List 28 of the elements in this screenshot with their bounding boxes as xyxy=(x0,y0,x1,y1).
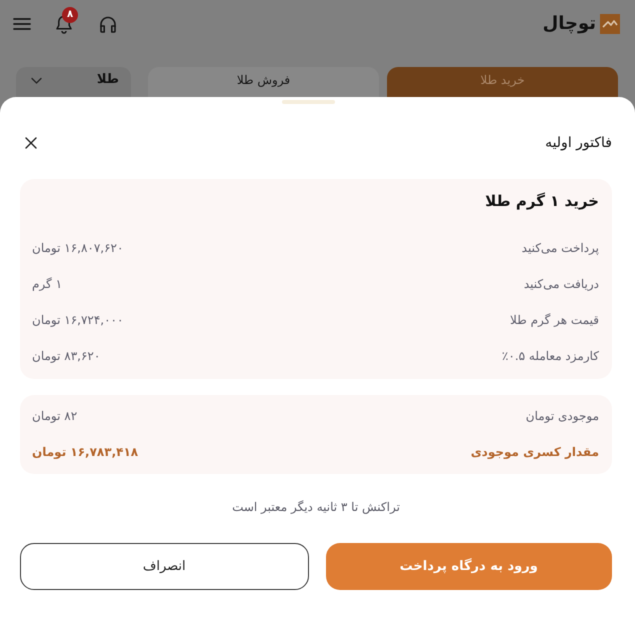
row-value: ۸۳,۶۲۰ تومان xyxy=(32,348,100,365)
row-label: کارمزد معامله ۰.۵٪ xyxy=(502,348,599,365)
card-heading: خرید ۱ گرم طلا xyxy=(484,191,599,211)
drag-handle[interactable] xyxy=(282,100,335,104)
row-value: ۱ گرم xyxy=(32,276,62,293)
logo-icon xyxy=(600,14,620,34)
sheet-title: فاکتور اولیه xyxy=(545,134,612,153)
row-label: پرداخت می‌کنید xyxy=(522,240,599,257)
validity-note: تراکنش تا ۳ ثانیه دیگر معتبر است xyxy=(231,499,401,516)
tab[interactable]: خرید طلا xyxy=(387,67,618,97)
row-value: ۱۶,۸۰۷,۶۲۰ تومان xyxy=(32,240,124,257)
cancel-button[interactable]: انصراف xyxy=(20,543,308,590)
row-value: ۸۲ تومان xyxy=(32,408,78,425)
row-label: موجودی تومان xyxy=(526,408,599,425)
row-label: دریافت می‌کنید xyxy=(524,276,599,293)
headset-icon[interactable] xyxy=(99,15,117,33)
row-value: ۱۶,۷۸۳,۴۱۸ تومان xyxy=(32,444,138,461)
chevron-down-icon xyxy=(31,77,42,84)
row-value: ۱۶,۷۲۴,۰۰۰ تومان xyxy=(32,312,124,329)
notification-badge: ۸ xyxy=(62,6,78,22)
tab[interactable]: فروش طلا xyxy=(148,67,379,97)
row-label: قیمت هر گرم طلا xyxy=(510,312,599,329)
pay-button[interactable]: ورود به درگاه پرداخت xyxy=(326,543,612,590)
asset-dropdown[interactable]: طلا xyxy=(16,67,131,97)
brand-name: توچال xyxy=(542,13,596,35)
row-label: مقدار کسری موجودی xyxy=(470,444,599,461)
close-icon[interactable] xyxy=(25,137,37,149)
menu-icon[interactable] xyxy=(13,17,31,31)
